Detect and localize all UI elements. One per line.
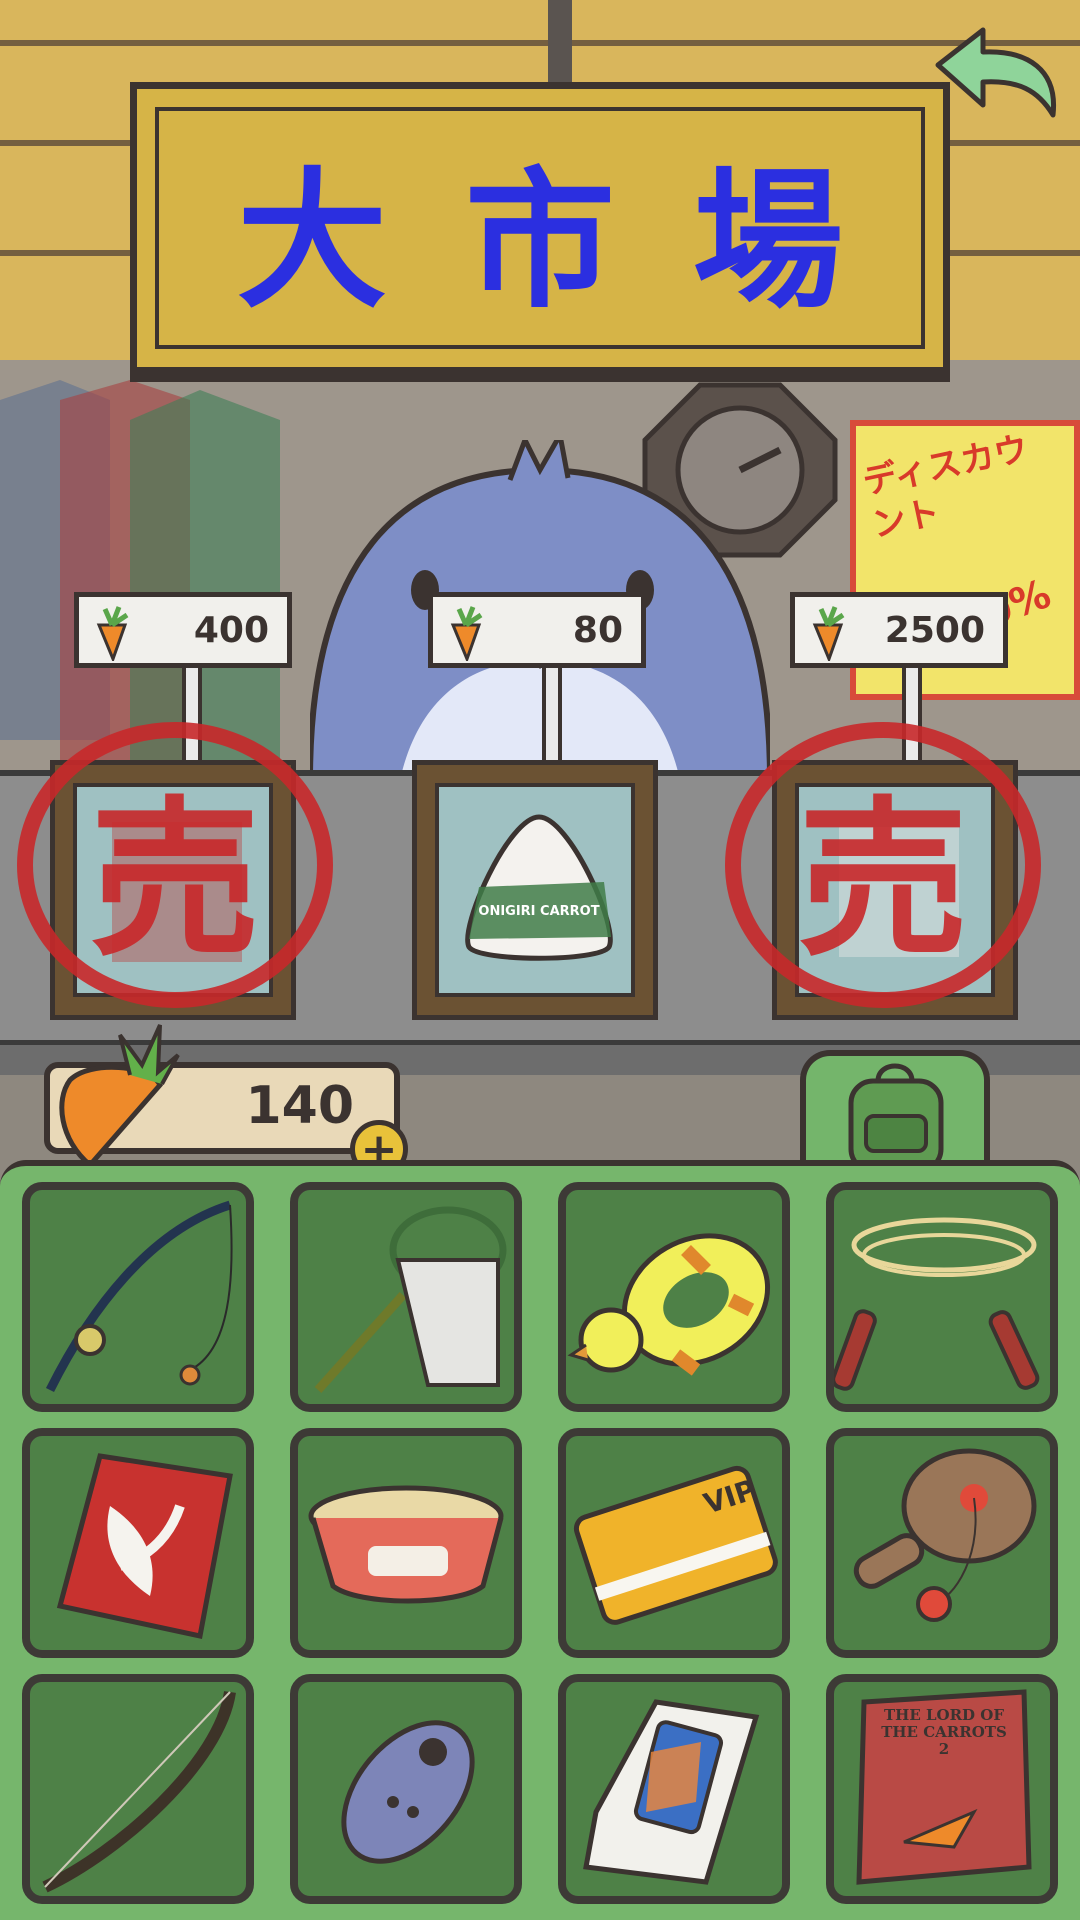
onigiri-label: ONIGIRI CARROT [478, 904, 599, 919]
paddle-ball-icon [853, 1448, 1037, 1622]
sold-stamp-3: 売 [718, 715, 1048, 1015]
inventory-slot-cup-noodle[interactable] [290, 1428, 522, 1658]
back-arrow-icon [935, 27, 1057, 118]
inventory-slot-fishing-rod[interactable] [22, 1182, 254, 1412]
phone-box-icon [583, 1699, 760, 1885]
inventory-slot-vip-card[interactable]: VIP [558, 1428, 790, 1658]
onigiri-icon: ONIGIRI CARROT [465, 814, 613, 961]
price-label: 2500 [884, 609, 985, 651]
price-label: 80 [572, 609, 623, 651]
cup-noodle-icon [308, 1485, 504, 1604]
kite-icon [56, 1453, 233, 1639]
market-sign: 大市場 [130, 82, 950, 374]
carrot-icon [812, 606, 845, 661]
inventory-slot-bow[interactable] [22, 1674, 254, 1904]
inventory-slot-duck-float[interactable] [558, 1182, 790, 1412]
vip-card-icon: VIP [573, 1465, 778, 1625]
price-tag-2: 80 [428, 592, 646, 668]
carrot-icon [450, 606, 483, 661]
jump-rope-icon [834, 1217, 1040, 1391]
carrot-icon [96, 606, 129, 661]
book-title: THE LORD OF THE CARROTS 2 [881, 1707, 1007, 1758]
fishing-rod-icon [45, 1200, 233, 1393]
inventory-slot-book[interactable]: THE LORD OF THE CARROTS 2 [826, 1674, 1058, 1904]
sold-mark: 売 [89, 782, 260, 980]
inventory-slot-jump-rope[interactable] [826, 1182, 1058, 1412]
bow-icon [42, 1690, 236, 1893]
sold-stamp-1: 売 [10, 715, 340, 1015]
inventory-slot-phone-box[interactable] [558, 1674, 790, 1904]
carrot-icon [59, 1024, 180, 1169]
inventory-slot-paddle-ball[interactable] [826, 1428, 1058, 1658]
book-icon: THE LORD OF THE CARROTS 2 [856, 1689, 1032, 1885]
remote-icon [341, 1720, 475, 1864]
poster-text: ディスカウント [859, 428, 1032, 546]
bug-net-icon [314, 1206, 507, 1394]
duck-float-icon [567, 1233, 771, 1376]
sold-mark: 売 [797, 782, 968, 980]
carrot-count: 140 [245, 1076, 354, 1136]
inventory-slot-remote[interactable] [290, 1674, 522, 1904]
price-tag-1: 400 [74, 592, 292, 668]
back-button[interactable] [928, 20, 1068, 130]
inventory-slot-kite[interactable] [22, 1428, 254, 1658]
inventory-slot-bug-net[interactable] [290, 1182, 522, 1412]
price-tag-3: 2500 [790, 592, 1008, 668]
page-title: 大市場 [237, 154, 922, 329]
shop-item-2[interactable]: ONIGIRI CARROT [412, 760, 658, 1020]
price-label: 400 [193, 609, 269, 651]
